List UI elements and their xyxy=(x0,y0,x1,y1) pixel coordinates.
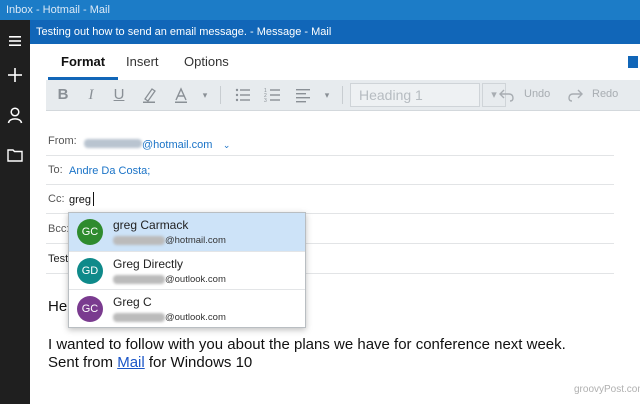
app-titlebar: Inbox - Hotmail - Mail xyxy=(0,0,640,20)
mail-link[interactable]: Mail xyxy=(117,354,145,371)
app-title: Inbox - Hotmail - Mail xyxy=(6,4,110,16)
text-cursor xyxy=(93,192,94,206)
tab-options[interactable]: Options xyxy=(184,54,229,69)
suggestion-name: Greg Directly xyxy=(113,257,184,271)
cc-input[interactable]: greg xyxy=(69,194,91,206)
redacted-text xyxy=(113,235,165,245)
suggestion-email: @outlook.com xyxy=(113,312,226,323)
from-row[interactable]: From: @hotmail.com ⌄ xyxy=(46,127,614,156)
from-value[interactable]: @hotmail.com ⌄ xyxy=(84,135,230,153)
from-label: From: xyxy=(48,135,77,147)
cc-row[interactable]: Cc: greg xyxy=(46,185,614,214)
body-line-1[interactable]: I wanted to follow with you about the pl… xyxy=(48,336,566,353)
signature-suffix: for Windows 10 xyxy=(144,354,253,371)
redo-label: Redo xyxy=(592,88,619,100)
underline-button[interactable]: U xyxy=(110,86,128,104)
tab-insert[interactable]: Insert xyxy=(126,54,159,69)
avatar: GC xyxy=(77,296,103,322)
to-row[interactable]: To: Andre Da Costa; xyxy=(46,156,614,185)
folder-icon[interactable] xyxy=(6,146,24,164)
heading-style-value: Heading 1 xyxy=(359,87,423,103)
redo-icon[interactable] xyxy=(566,86,584,104)
suggestion-email: @outlook.com xyxy=(113,274,226,285)
to-label: To: xyxy=(48,164,63,176)
tab-format[interactable]: Format xyxy=(61,54,105,69)
bcc-label: Bcc: xyxy=(48,223,70,235)
window-control-icon[interactable] xyxy=(628,56,638,68)
avatar: GD xyxy=(77,258,103,284)
italic-button[interactable]: I xyxy=(82,86,100,104)
body-signature[interactable]: Sent from Mail for Windows 10 xyxy=(48,354,252,371)
font-color-icon[interactable] xyxy=(172,86,190,104)
undo-icon[interactable] xyxy=(498,86,516,104)
chevron-down-icon[interactable]: ▾ xyxy=(318,86,336,104)
chevron-down-icon[interactable]: ▾ xyxy=(196,86,214,104)
heading-style-select[interactable]: Heading 1 xyxy=(350,83,480,107)
suggestion-name: greg Carmack xyxy=(113,218,189,232)
chevron-down-icon[interactable]: ⌄ xyxy=(223,140,231,150)
message-titlebar: Testing out how to send an email message… xyxy=(30,20,640,44)
toolbar-divider xyxy=(220,86,221,104)
contact-suggestions: GC greg Carmack @hotmail.com GD Greg Dir… xyxy=(68,212,306,328)
bold-button[interactable]: B xyxy=(54,86,72,104)
align-icon[interactable] xyxy=(294,86,312,104)
person-account-icon[interactable] xyxy=(6,106,24,124)
bulleted-list-icon[interactable] xyxy=(234,86,252,104)
message-title: Testing out how to send an email message… xyxy=(36,26,332,38)
suggestion-email: @hotmail.com xyxy=(113,235,226,246)
redacted-text xyxy=(113,274,165,284)
cc-label: Cc: xyxy=(48,193,65,205)
suggestion-name: Greg C xyxy=(113,295,152,309)
new-mail-plus-icon[interactable] xyxy=(6,66,24,84)
suggestion-item[interactable]: GC greg Carmack @hotmail.com xyxy=(69,213,305,251)
watermark: groovyPost.com xyxy=(574,384,640,395)
body-greeting[interactable]: He xyxy=(48,298,67,315)
hamburger-menu-icon[interactable] xyxy=(6,32,24,50)
left-nav-bar xyxy=(0,20,30,404)
toolbar-divider xyxy=(342,86,343,104)
svg-text:3: 3 xyxy=(264,98,267,104)
undo-label: Undo xyxy=(524,88,551,100)
redacted-text xyxy=(84,139,142,149)
ribbon-tabs: Format Insert Options xyxy=(30,44,640,80)
highlight-icon[interactable] xyxy=(140,86,158,104)
numbered-list-icon[interactable]: 123 xyxy=(264,86,282,104)
suggestion-item[interactable]: GD Greg Directly @outlook.com xyxy=(69,251,305,290)
suggestion-item[interactable]: GC Greg C @outlook.com xyxy=(69,289,305,328)
avatar: GC xyxy=(77,219,103,245)
format-toolbar: B I U ▾ 123 ▾ Heading 1 ▾ Undo Redo xyxy=(46,80,640,111)
signature-prefix: Sent from xyxy=(48,354,118,371)
to-recipient[interactable]: Andre Da Costa; xyxy=(69,165,150,177)
redacted-text xyxy=(113,312,165,322)
